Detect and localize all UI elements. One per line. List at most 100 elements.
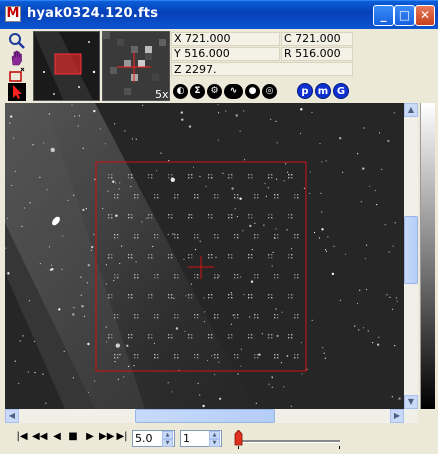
scroll-left-arrow[interactable]: ◀ [5,409,19,423]
star [72,377,74,379]
grid-dot [288,177,290,179]
star [271,386,273,388]
star [49,268,53,271]
grid-dot [271,337,273,339]
stop-button[interactable]: ■ [67,431,79,443]
g-button[interactable]: G [333,83,349,99]
grid-dot [114,317,116,319]
grid-dot [231,337,233,339]
star [364,257,366,260]
horizontal-scrollbar[interactable]: ◀ ▶ [5,409,418,423]
pointer-icon[interactable] [8,83,26,101]
star [276,334,279,338]
grid-dot [274,237,276,239]
star [391,396,393,398]
sum-button[interactable]: Σ [190,84,205,99]
star [320,192,322,194]
grid-dot [228,177,230,179]
grid-dot [117,197,119,199]
star [394,345,396,347]
grid-dot [134,277,136,279]
waveform-button[interactable]: ∿ [224,84,243,99]
circle-button[interactable]: ● [245,84,260,99]
region-icon[interactable] [8,66,26,84]
grid-dot [148,254,150,256]
speed-up-arrow[interactable]: ▲ [162,431,173,439]
vertical-scrollbar[interactable]: ▲ ▼ [404,103,418,409]
vertical-scroll-thumb[interactable] [404,216,418,284]
grid-dot [188,257,190,259]
grid-dot [217,277,219,279]
fast-forward-button[interactable]: ▶▶ [99,431,114,443]
grid-dot [271,297,273,299]
grid-dot [248,177,250,179]
grid-dot [214,234,216,236]
star [199,394,201,396]
magnify-icon[interactable] [8,32,26,50]
scroll-down-arrow[interactable]: ▼ [404,395,418,409]
maximize-button[interactable]: □ [394,5,415,26]
star [372,342,374,344]
grid-dot [257,357,259,359]
star [50,147,55,153]
overview-thumbnail[interactable] [33,31,100,101]
star [115,214,118,217]
target-button[interactable]: ◎ [262,84,277,99]
grid-dot [134,234,136,236]
star [232,314,234,316]
star [32,144,34,146]
grid-dot [297,354,299,356]
app-icon[interactable]: M [5,6,21,22]
contrast-button[interactable]: ◐ [173,84,188,99]
first-frame-button[interactable]: |◀ [16,431,28,443]
star [205,185,207,187]
m-button[interactable]: m [315,83,331,99]
grid-dot [117,357,119,359]
main-image-view[interactable] [5,103,404,409]
step-back-button[interactable]: ◀ [51,431,63,443]
scroll-right-arrow[interactable]: ▶ [390,409,404,423]
scroll-up-arrow[interactable]: ▲ [404,103,418,117]
p-button[interactable]: p [297,83,313,99]
close-button[interactable]: ✕ [415,5,435,26]
star [114,123,116,125]
horizontal-scroll-thumb[interactable] [135,409,275,423]
frame-slider-thumb[interactable] [234,430,243,446]
grid-dot [108,217,110,219]
star [321,211,323,213]
speed-down-arrow[interactable]: ▼ [162,439,173,447]
star [272,251,274,253]
grid-dot [257,274,259,276]
last-frame-button[interactable]: ▶| [116,431,128,443]
grid-dot [111,334,113,336]
grid-dot [268,254,270,256]
star [67,199,69,201]
settings-button[interactable]: ⚙ [207,84,222,99]
grid-dot [168,337,170,339]
star [34,372,36,374]
grid-dot [191,257,193,259]
frame-down-arrow[interactable]: ▼ [209,439,220,447]
frame-up-arrow[interactable]: ▲ [209,431,220,439]
star [243,294,245,296]
star [275,120,277,122]
star [43,142,45,144]
grid-dot [188,177,190,179]
rewind-button[interactable]: ◀◀ [32,431,47,443]
grid-dot [234,354,236,356]
star [121,245,123,247]
grid-dot [237,357,239,359]
frame-slider-track[interactable] [238,440,340,443]
grid-dot [177,237,179,239]
grid-dot [171,337,173,339]
star [126,344,129,347]
minimize-button[interactable]: _ [373,5,394,26]
star [389,296,391,298]
hand-icon[interactable] [8,49,26,67]
grid-dot [217,317,219,319]
grid-dot [151,214,153,216]
star [119,182,121,184]
grid-dot [211,297,213,299]
step-forward-button[interactable]: ▶ [84,431,96,443]
grid-dot [111,297,113,299]
